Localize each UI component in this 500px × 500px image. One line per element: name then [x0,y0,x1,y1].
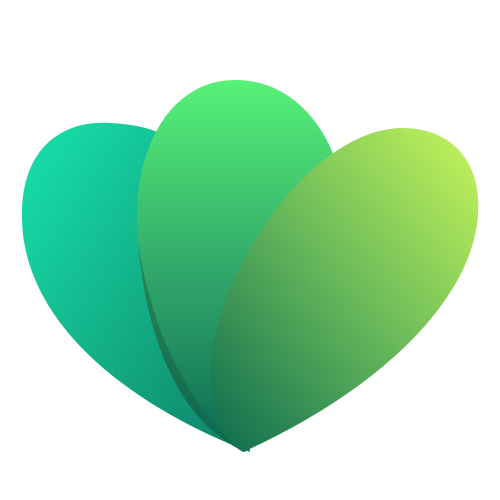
leaf-logo-icon [21,80,479,452]
app-icon-canvas [0,0,500,500]
